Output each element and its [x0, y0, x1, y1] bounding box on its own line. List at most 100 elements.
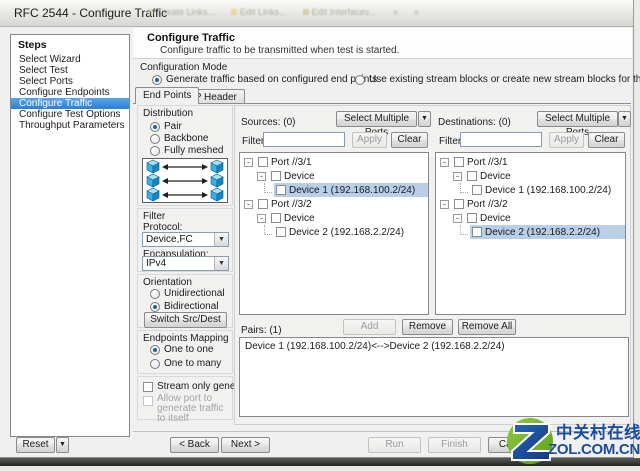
- protocol-value: Device,FC: [143, 233, 214, 246]
- tree-row-device-2-selected[interactable]: Device 2 (192.168.2.2/24): [436, 225, 625, 239]
- endpoints-selection-panel: Sources: (0) Select Multiple Ports ▼ Des…: [234, 105, 631, 425]
- finish-button: Finish: [428, 437, 481, 453]
- sources-tree[interactable]: - Port //3/1 - Device Device 1 (192.168.…: [239, 152, 429, 315]
- tree-row-device[interactable]: - Device: [436, 169, 625, 183]
- endpoints-mapping-group: Endpoints Mapping One to one One to many: [137, 330, 233, 374]
- switch-src-dest-button[interactable]: Switch Src/Dest: [144, 312, 227, 328]
- tree-row-port-3-1[interactable]: - Port //3/1: [240, 155, 428, 169]
- checkbox-icon[interactable]: [276, 185, 286, 195]
- checkbox-icon[interactable]: [271, 171, 281, 181]
- reset-dropdown-icon[interactable]: ▼: [56, 437, 69, 453]
- sources-label: Sources: (0): [241, 117, 295, 128]
- step-select-ports[interactable]: Select Ports: [11, 76, 129, 87]
- collapse-icon[interactable]: -: [453, 214, 462, 223]
- tree-row-device[interactable]: - Device: [240, 211, 428, 225]
- sources-clear-button[interactable]: Clear: [391, 132, 428, 148]
- checkbox-icon[interactable]: [454, 199, 464, 209]
- checkbox-icon[interactable]: [276, 227, 286, 237]
- radio-fully-meshed[interactable]: Fully meshed: [150, 145, 223, 156]
- encapsulation-select[interactable]: IPv4 ▼: [142, 256, 229, 271]
- tree-row-device-2[interactable]: Device 2 (192.168.2.2/24): [240, 225, 428, 239]
- pairs-list[interactable]: Device 1 (192.168.100.2/24)<-->Device 2 …: [239, 337, 629, 417]
- checkbox-icon[interactable]: [472, 185, 482, 195]
- step-select-test[interactable]: Select Test: [11, 65, 129, 76]
- steps-header: Steps: [11, 35, 129, 54]
- background-window-toolbar: Create Links... Edit Links... Edit Inter…: [148, 5, 419, 19]
- destinations-select-multiple-ports-button[interactable]: Select Multiple Ports: [537, 111, 618, 127]
- radio-icon: [150, 134, 160, 144]
- toolbar-icon: [231, 9, 237, 15]
- collapse-icon[interactable]: -: [257, 172, 266, 181]
- checkbox-icon[interactable]: [467, 213, 477, 223]
- chevron-down-icon[interactable]: ▼: [214, 233, 228, 246]
- checkbox-icon[interactable]: [467, 171, 477, 181]
- next-button[interactable]: Next >: [221, 437, 270, 453]
- page-subtitle: Configure traffic to be transmitted when…: [160, 45, 399, 56]
- collapse-icon[interactable]: -: [257, 214, 266, 223]
- chevron-down-icon[interactable]: ▼: [214, 257, 228, 270]
- tree-row-device-1-selected[interactable]: Device 1 (192.168.100.2/24): [240, 183, 428, 197]
- step-throughput-parameters[interactable]: Throughput Parameters: [11, 120, 129, 131]
- encapsulation-value: IPv4: [143, 257, 214, 270]
- destinations-tree[interactable]: - Port //3/1 - Device Device 1 (192.168.…: [435, 152, 626, 315]
- checkbox-icon: [143, 382, 153, 392]
- collapse-icon[interactable]: -: [453, 172, 462, 181]
- checkbox-icon[interactable]: [472, 227, 482, 237]
- step-select-wizard[interactable]: Select Wizard: [11, 54, 129, 65]
- sources-select-multiple-ports-button[interactable]: Select Multiple Ports: [336, 111, 417, 127]
- remove-all-pairs-button[interactable]: Remove All: [458, 319, 516, 335]
- reset-button[interactable]: Reset: [16, 437, 55, 453]
- background-toolbar-item: Edit Interfaces...: [303, 7, 377, 17]
- collapse-icon[interactable]: -: [440, 158, 449, 167]
- sources-select-ports-dropdown-icon[interactable]: ▼: [418, 111, 431, 127]
- back-button[interactable]: < Back: [170, 437, 219, 453]
- sources-filter-input[interactable]: [263, 132, 345, 147]
- step-configure-endpoints[interactable]: Configure Endpoints: [11, 87, 129, 98]
- tree-row-port-3-2[interactable]: - Port //3/2: [436, 197, 625, 211]
- sources-apply-button: Apply: [352, 132, 387, 148]
- radio-generate-traffic[interactable]: Generate traffic based on configured end…: [152, 74, 377, 85]
- checkbox-icon[interactable]: [258, 199, 268, 209]
- destinations-filter-input[interactable]: [460, 132, 542, 147]
- tree-row-device[interactable]: - Device: [240, 169, 428, 183]
- title-bar[interactable]: RFC 2544 - Configure Traffic Create Link…: [0, 0, 633, 27]
- radio-one-to-many[interactable]: One to many: [150, 358, 221, 369]
- collapse-icon[interactable]: -: [244, 158, 253, 167]
- tab-end-points[interactable]: End Points: [135, 87, 199, 104]
- tree-row-device[interactable]: - Device: [436, 211, 625, 225]
- radio-backbone[interactable]: Backbone: [150, 133, 208, 144]
- checkbox-icon[interactable]: [271, 213, 281, 223]
- protocol-select[interactable]: Device,FC ▼: [142, 232, 229, 247]
- destinations-select-ports-dropdown-icon[interactable]: ▼: [618, 111, 631, 127]
- checkbox-icon[interactable]: [258, 157, 268, 167]
- destinations-clear-button[interactable]: Clear: [588, 132, 625, 148]
- radio-pair[interactable]: Pair: [150, 121, 182, 132]
- radio-bidirectional[interactable]: Bidirectional: [150, 301, 218, 312]
- remove-pair-button[interactable]: Remove: [402, 319, 453, 335]
- radio-use-existing-streams[interactable]: Use existing stream blocks or create new…: [355, 74, 640, 85]
- page-title: Configure Traffic: [147, 32, 235, 44]
- checkbox-icon[interactable]: [454, 157, 464, 167]
- destinations-apply-button: Apply: [549, 132, 584, 148]
- step-configure-test-options[interactable]: Configure Test Options: [11, 109, 129, 120]
- radio-icon: [152, 75, 162, 85]
- radio-one-to-one[interactable]: One to one: [150, 344, 213, 355]
- background-toolbar-item: Create Links...: [148, 7, 215, 17]
- radio-icon: [150, 289, 160, 299]
- tree-row-port-3-1[interactable]: - Port //3/1: [436, 155, 625, 169]
- tree-connector: [460, 225, 468, 235]
- cubes-arrows-icon: [143, 159, 227, 202]
- tree-row-port-3-2[interactable]: - Port //3/2: [240, 197, 428, 211]
- radio-unidirectional[interactable]: Unidirectional: [150, 288, 225, 299]
- tree-row-device-1[interactable]: Device 1 (192.168.100.2/24): [436, 183, 625, 197]
- pair-item[interactable]: Device 1 (192.168.100.2/24)<-->Device 2 …: [240, 338, 628, 355]
- toolbar-dot-icon: [414, 10, 419, 15]
- toolbar-dot-icon: [393, 10, 398, 15]
- collapse-icon[interactable]: -: [244, 200, 253, 209]
- destinations-label: Destinations: (0): [438, 117, 511, 128]
- distribution-group: Distribution Pair Backbone Fully meshed: [137, 105, 233, 206]
- rfc2544-wizard-dialog: RFC 2544 - Configure Traffic Create Link…: [0, 0, 634, 458]
- add-pair-button: Add: [343, 319, 396, 335]
- collapse-icon[interactable]: -: [440, 200, 449, 209]
- step-configure-traffic-active[interactable]: Configure Traffic: [11, 98, 129, 109]
